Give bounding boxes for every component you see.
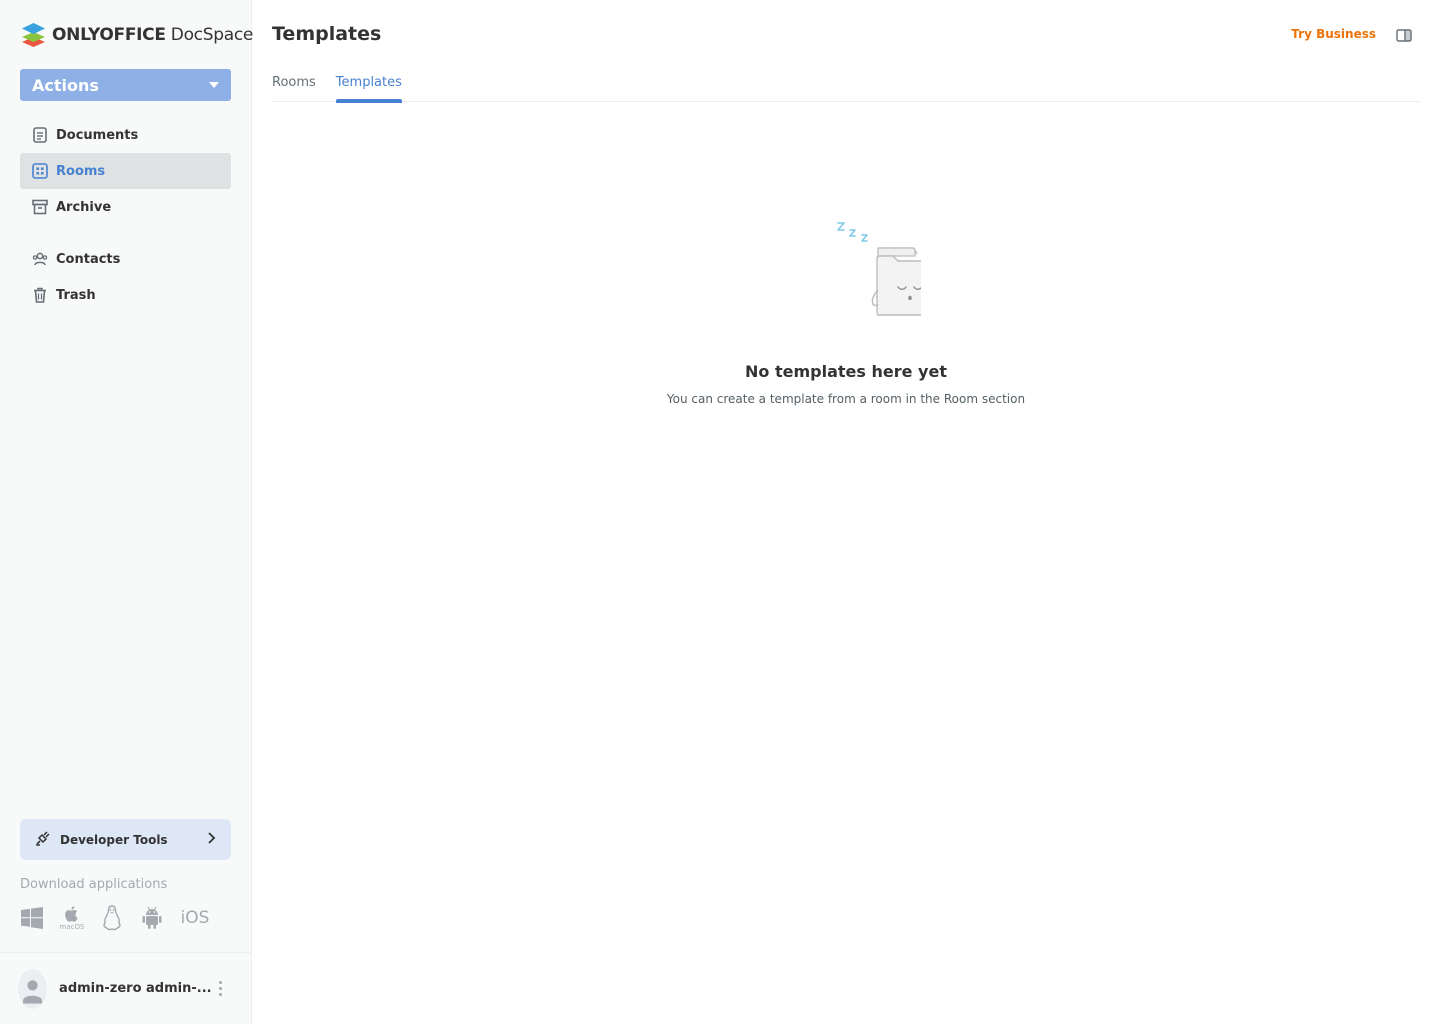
ios-app-link[interactable]: iOS [180, 903, 210, 933]
developer-tools-button[interactable]: Developer Tools [20, 819, 231, 860]
brand-name: ONLYOFFICE DocSpace [52, 25, 254, 45]
profile-block[interactable]: admin-zero admin-... [0, 952, 251, 1024]
empty-state-subtitle: You can create a template from a room in… [666, 392, 1026, 406]
sidebar-item-trash[interactable]: Trash [20, 277, 231, 313]
windows-icon[interactable] [20, 903, 44, 933]
actions-label: Actions [32, 75, 99, 95]
sidebar-item-rooms[interactable]: Rooms [20, 153, 231, 189]
sidebar-item-label: Contacts [56, 251, 121, 267]
secondary-nav: Contacts Trash [20, 241, 231, 313]
contacts-icon [32, 251, 48, 267]
tab-templates[interactable]: Templates [335, 73, 402, 103]
caret-down-icon [209, 82, 219, 88]
sidebar-item-label: Documents [56, 127, 139, 143]
macos-label: macOS [59, 923, 85, 931]
try-business-link[interactable]: Try Business [1291, 27, 1376, 41]
rooms-icon [32, 163, 48, 179]
sidebar-item-archive[interactable]: Archive [20, 189, 231, 225]
page-title: Templates [272, 23, 382, 45]
macos-icon[interactable]: macOS [60, 903, 84, 933]
actions-button[interactable]: Actions [20, 69, 231, 101]
chevron-right-icon [207, 832, 217, 847]
primary-nav: Documents Rooms Archive [20, 117, 231, 225]
sidebar: ONLYOFFICE DocSpace Actions Documents Ro… [0, 0, 253, 1024]
plug-icon [34, 829, 52, 850]
sidebar-item-label: Rooms [56, 163, 106, 179]
sidebar-item-documents[interactable]: Documents [20, 117, 231, 153]
sidebar-item-contacts[interactable]: Contacts [20, 241, 231, 277]
empty-state-title: No templates here yet [745, 362, 947, 381]
avatar[interactable] [18, 968, 48, 1009]
empty-state: No templates here yet You can create a t… [272, 214, 1420, 406]
profile-name: admin-zero admin-... [59, 981, 212, 996]
kebab-menu-icon[interactable] [212, 981, 229, 996]
download-apps-list: macOS iOS [20, 903, 210, 933]
info-panel-toggle-icon[interactable] [1396, 27, 1412, 46]
brand-logo[interactable]: ONLYOFFICE DocSpace [20, 22, 253, 48]
sleeping-folder-illustration [837, 222, 921, 316]
sidebar-item-label: Trash [56, 287, 96, 303]
linux-icon[interactable] [100, 903, 124, 933]
onlyoffice-logo-icon [22, 23, 45, 47]
trash-icon [32, 287, 48, 303]
sidebar-item-label: Archive [56, 199, 112, 215]
tab-rooms[interactable]: Rooms [272, 73, 316, 101]
document-icon [32, 127, 48, 143]
developer-tools-label: Developer Tools [60, 832, 168, 847]
download-applications-title: Download applications [20, 877, 168, 892]
android-icon[interactable] [140, 903, 164, 933]
tabs-bar: Rooms Templates [272, 73, 1420, 103]
archive-icon [32, 199, 48, 215]
